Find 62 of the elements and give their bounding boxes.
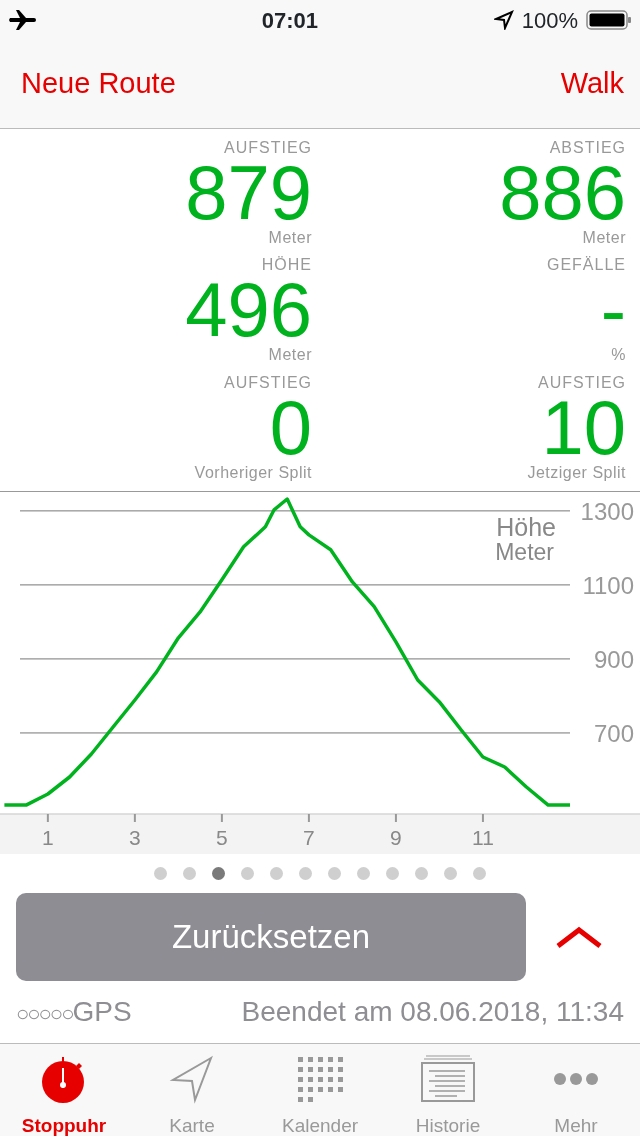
y-tick-label: 700	[593, 719, 634, 747]
stat-unit: Meter	[582, 229, 626, 247]
y-tick-label: 1100	[582, 571, 634, 599]
stat-unit: Meter	[268, 346, 312, 365]
page-indicator-dot[interactable]	[299, 866, 312, 880]
stat-label: GEFÄLLE	[546, 256, 626, 275]
page-indicator-dot[interactable]	[328, 866, 341, 880]
chevron-up-icon[interactable]	[556, 926, 602, 948]
stat-value: 10	[541, 393, 626, 462]
battery-icon	[586, 9, 632, 31]
stat-unit: Jetziger Split	[527, 463, 626, 482]
page-indicator-dot[interactable]	[357, 866, 370, 880]
page-indicator-dot[interactable]	[183, 866, 196, 880]
stat-label: AUFSTIEG	[224, 139, 312, 157]
page-indicator-dot[interactable]	[154, 866, 167, 880]
stat-unit: Vorheriger Split	[194, 463, 312, 482]
battery-percentage: 100%	[521, 6, 578, 35]
page-indicator-dot[interactable]	[270, 866, 283, 880]
tab-bar-item[interactable]: Historie	[384, 1044, 512, 1136]
new-route-button[interactable]: Neue Route	[16, 62, 176, 106]
axis-title: Höhe	[496, 513, 556, 541]
page-indicator-dot[interactable]	[444, 866, 457, 880]
stat-label: AUFSTIEG	[538, 373, 626, 392]
calendar-grid-icon	[295, 1054, 345, 1104]
gps-label: GPS	[72, 996, 132, 1027]
stat-label: ABSTIEG	[549, 139, 626, 157]
stat-unit: Meter	[268, 229, 312, 247]
location-arrow-icon	[493, 10, 514, 30]
clock-time: 07:01	[261, 6, 318, 35]
stat-value: 886	[499, 159, 626, 227]
reset-button[interactable]: Zurücksetzen	[16, 893, 526, 981]
stat-unit: %	[611, 346, 626, 365]
stat-value: 879	[185, 159, 312, 227]
stat-value: 0	[269, 393, 312, 462]
x-tick-label: 1	[42, 826, 54, 849]
airplane-icon	[8, 9, 38, 31]
tab-bar-item[interactable]: Karte	[128, 1044, 256, 1136]
gps-signal-indicator: ○○○○○	[16, 1001, 73, 1026]
axis-unit: Meter	[495, 539, 554, 565]
y-tick-label: 900	[593, 645, 634, 673]
stat-value: -	[600, 276, 626, 345]
stat-label: HÖHE	[261, 256, 312, 275]
stat-value: 496	[185, 276, 312, 345]
page-indicator-dot[interactable]	[386, 866, 399, 880]
document-list-icon	[421, 1054, 475, 1104]
x-tick-label: 7	[303, 826, 315, 849]
tab-bar-item[interactable]: Stoppuhr	[0, 1044, 128, 1136]
page-indicator-dot[interactable]	[212, 866, 225, 880]
page-indicator-dot[interactable]	[241, 866, 254, 880]
stat-label: AUFSTIEG	[224, 373, 312, 392]
page-indicator-dot[interactable]	[415, 866, 428, 880]
x-tick-label: 11	[472, 826, 494, 849]
x-tick-label: 5	[216, 826, 228, 849]
tab-bar-item[interactable]: Kalender	[256, 1044, 384, 1136]
finished-time: Beendet am 08.06.2018, 11:34	[241, 995, 624, 1029]
x-tick-label: 9	[390, 826, 402, 849]
x-tick-label: 3	[129, 826, 141, 849]
activity-type-button[interactable]: Walk	[560, 62, 624, 106]
y-tick-label: 1300	[580, 497, 634, 525]
page-indicator-dot[interactable]	[473, 866, 486, 880]
more-icon	[554, 1073, 598, 1085]
tab-bar-item[interactable]: Mehr	[512, 1044, 640, 1136]
